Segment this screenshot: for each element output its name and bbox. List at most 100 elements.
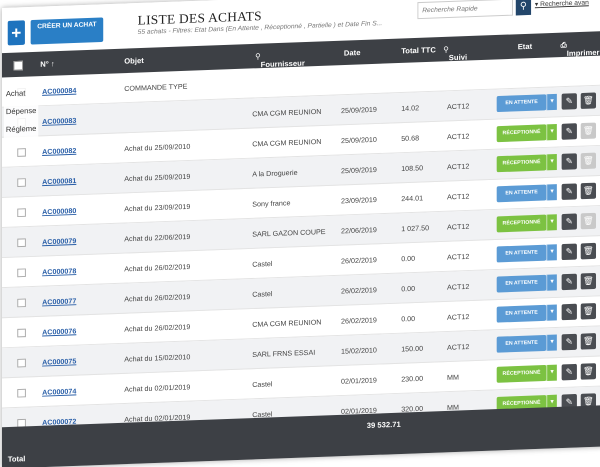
search-icon[interactable]: ⚲ [515, 0, 532, 16]
tracking-code: ACT12 [447, 101, 470, 112]
trash-icon[interactable]: 🗑 [580, 333, 597, 350]
row-checkbox[interactable] [17, 298, 26, 308]
select-all-checkbox[interactable] [13, 60, 24, 71]
status-button[interactable]: EN ATTENTE [496, 334, 547, 353]
advanced-search-link[interactable]: ▾ Recherche avan [535, 0, 589, 8]
total-ttc: 14.02 [401, 103, 420, 113]
edit-icon[interactable]: ✎ [561, 303, 577, 321]
purchase-number-link[interactable]: AC000077 [42, 297, 76, 307]
edit-icon[interactable]: ✎ [561, 123, 577, 140]
col-date[interactable]: Date [344, 48, 361, 57]
chevron-down-icon[interactable]: ▼ [546, 214, 557, 231]
create-purchase-button[interactable]: CRÉER UN ACHAT [30, 17, 104, 45]
context-menu: Achat Dépense Régleme [3, 83, 39, 139]
tracking-code: ACT12 [447, 192, 470, 202]
row-checkbox[interactable] [17, 178, 26, 187]
plus-icon[interactable]: + [7, 20, 25, 46]
chevron-down-icon[interactable]: ▼ [546, 274, 557, 291]
trash-icon[interactable]: 🗑 [580, 272, 597, 290]
row-checkbox[interactable] [17, 268, 26, 278]
status-button[interactable]: RÉCEPTIONNÉ [496, 124, 547, 143]
supplier-name: CMA CGM REUNION [252, 317, 322, 329]
purchase-object: Achat du 25/09/2019 [124, 172, 191, 184]
col-etat: Etat [517, 42, 533, 52]
status-button[interactable]: RÉCEPTIONNÉ [496, 364, 547, 383]
purchase-number-link[interactable]: AC000074 [42, 387, 76, 397]
quick-search-input[interactable]: Recherche Rapide [417, 0, 513, 20]
status-button[interactable]: EN ATTENTE [496, 244, 547, 263]
total-ttc: 108.50 [401, 163, 424, 173]
status-button[interactable]: EN ATTENTE [496, 274, 547, 293]
chevron-down-icon[interactable]: ▼ [546, 334, 557, 351]
col-imprimer[interactable]: ⎙ Imprimer [561, 41, 600, 58]
trash-icon[interactable]: 🗑 [580, 212, 597, 230]
total-ttc: 150.00 [401, 344, 424, 354]
col-num[interactable]: N° ↑ [40, 60, 55, 69]
edit-icon[interactable]: ✎ [561, 243, 577, 261]
row-checkbox[interactable] [17, 238, 26, 248]
chevron-down-icon[interactable]: ▼ [546, 154, 557, 171]
col-fournisseur[interactable]: ⚲ Fournisseur [255, 52, 305, 69]
tracking-code: ACT12 [447, 222, 470, 232]
trash-icon[interactable]: 🗑 [580, 242, 597, 260]
status-button[interactable]: EN ATTENTE [496, 304, 547, 323]
purchase-object: Achat du 26/02/2019 [124, 262, 191, 274]
col-objet[interactable]: Objet [124, 56, 144, 65]
purchase-object: Achat du 02/01/2019 [124, 382, 191, 394]
row-checkbox[interactable] [17, 328, 26, 338]
row-checkbox[interactable] [17, 208, 26, 218]
purchase-number-link[interactable]: AC000078 [42, 267, 76, 277]
tracking-code: ACT12 [447, 252, 470, 262]
total-ttc: 0.00 [401, 254, 416, 264]
status-button[interactable]: EN ATTENTE [496, 184, 547, 203]
purchase-object: Achat du 26/02/2019 [124, 322, 191, 334]
chevron-down-icon[interactable]: ▼ [546, 244, 557, 261]
purchase-date: 25/09/2010 [341, 135, 377, 146]
status-button[interactable]: EN ATTENTE [496, 94, 547, 113]
row-checkbox[interactable] [17, 388, 26, 398]
menu-item-achat[interactable]: Achat [6, 84, 37, 103]
purchase-number-link[interactable]: AC000081 [42, 176, 76, 186]
chevron-down-icon[interactable]: ▼ [546, 364, 557, 381]
row-checkbox[interactable] [17, 148, 26, 157]
menu-item-reglement[interactable]: Régleme [6, 120, 37, 139]
chevron-down-icon[interactable]: ▼ [546, 184, 557, 201]
trash-icon[interactable]: 🗑 [580, 152, 597, 170]
trash-icon[interactable]: 🗑 [580, 122, 597, 140]
edit-icon[interactable]: ✎ [561, 153, 577, 170]
total-ttc: 0.00 [401, 284, 416, 294]
tracking-code: ACT12 [447, 282, 470, 292]
edit-icon[interactable]: ✎ [561, 183, 577, 200]
purchase-number-link[interactable]: AC000080 [42, 206, 76, 216]
purchase-number-link[interactable]: AC000076 [42, 327, 76, 337]
supplier-name: Castel [252, 259, 273, 269]
screenshot-stage: + CRÉER UN ACHAT LISTE DES ACHATS 55 ach… [0, 0, 600, 467]
trash-icon[interactable]: 🗑 [580, 182, 597, 200]
status-button[interactable]: RÉCEPTIONNÉ [496, 154, 547, 173]
purchase-number-link[interactable]: AC000075 [42, 357, 76, 367]
purchase-date: 25/09/2019 [341, 105, 377, 115]
status-button[interactable]: RÉCEPTIONNÉ [496, 214, 547, 233]
trash-icon[interactable]: 🗑 [580, 363, 597, 380]
trash-icon[interactable]: 🗑 [580, 303, 597, 320]
menu-item-depense[interactable]: Dépense [6, 102, 37, 121]
edit-icon[interactable]: ✎ [561, 93, 577, 110]
edit-icon[interactable]: ✎ [561, 333, 577, 351]
edit-icon[interactable]: ✎ [561, 273, 577, 291]
chevron-down-icon[interactable]: ▼ [546, 123, 557, 141]
tracking-code: ACT12 [447, 312, 470, 322]
row-checkbox[interactable] [17, 358, 26, 368]
edit-icon[interactable]: ✎ [561, 213, 577, 231]
col-total[interactable]: Total TTC [401, 46, 436, 56]
col-suivi[interactable]: ⚲ Suivi [443, 45, 467, 62]
purchase-number-link[interactable]: AC000082 [42, 146, 76, 156]
trash-icon[interactable]: 🗑 [580, 92, 597, 109]
edit-icon[interactable]: ✎ [561, 363, 577, 381]
purchase-number-link[interactable]: AC000084 [42, 86, 76, 96]
purchase-date: 22/06/2019 [341, 225, 377, 236]
chevron-down-icon[interactable]: ▼ [546, 93, 557, 111]
chevron-down-icon[interactable]: ▼ [546, 304, 557, 321]
purchase-number-link[interactable]: AC000083 [42, 116, 76, 126]
tracking-code: ACT12 [447, 131, 470, 142]
purchase-number-link[interactable]: AC000079 [42, 237, 76, 247]
